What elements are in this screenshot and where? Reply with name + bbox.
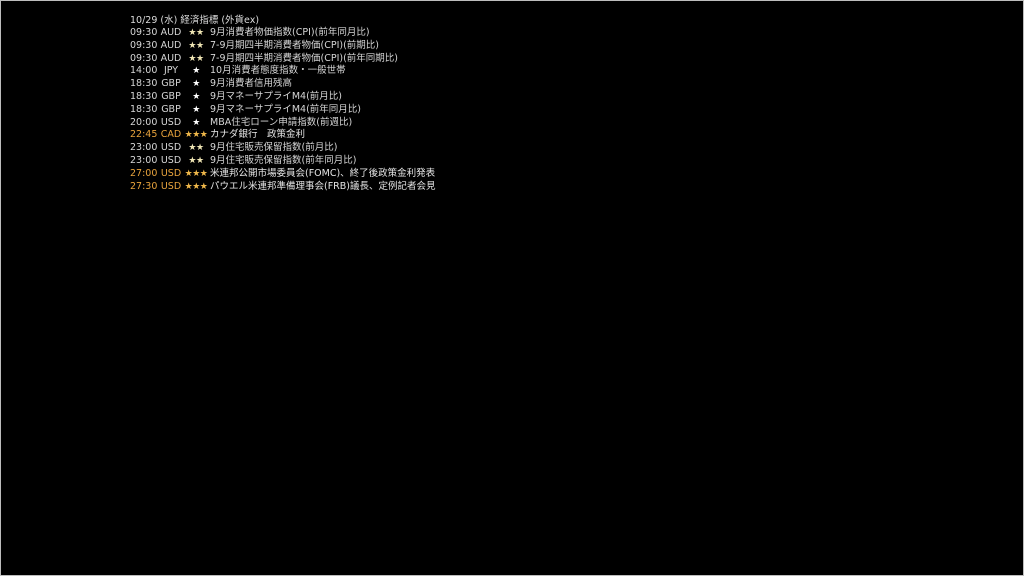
event-name: 米連邦公開市場委員会(FOMC)、終了後政策金利発表	[210, 167, 436, 179]
event-row: 09:30 AUD ★★ 7-9月期四半期消費者物価(CPI)(前期比)	[130, 40, 470, 53]
economic-calendar-panel: 10/29 (水) 経済指標 (外貨ex) 09:30 AUD ★★ 9月消費者物価指…	[130, 14, 470, 193]
event-row: 09:30 AUD ★★ 9月消費者物価指数(CPI)(前年同月比)	[130, 27, 470, 40]
event-name: MBA住宅ローン申請指数(前週比)	[210, 116, 353, 128]
importance-stars-icon: ★	[192, 66, 200, 77]
event-row: 18:30 GBP ★ 9月マネーサプライM4(前年同月比)	[130, 104, 470, 117]
event-row: 23:00 USD ★★ 9月住宅販売保留指数(前年同月比)	[130, 155, 470, 168]
event-time: 09:30	[130, 27, 158, 38]
event-time: 20:00	[130, 116, 158, 128]
event-name: 10月消費者態度指数・一般世帯	[210, 65, 346, 77]
event-time: 18:30	[130, 103, 158, 115]
event-name: 9月消費者信用残高	[210, 78, 293, 90]
event-name: 9月住宅販売保留指数(前年同月比)	[210, 154, 357, 166]
event-currency: GBP	[161, 103, 181, 115]
event-row: 18:30 GBP ★ 9月消費者信用残高	[130, 78, 470, 91]
event-currency: GBP	[161, 78, 181, 90]
event-name: 9月住宅販売保留指数(前月比)	[210, 142, 338, 154]
event-currency: USD	[160, 142, 182, 154]
event-time: 27:30	[130, 180, 158, 192]
event-time: 18:30	[130, 90, 158, 102]
event-row: 18:30 GBP ★ 9月マネーサプライM4(前月比)	[130, 91, 470, 104]
event-time: 14:00	[130, 65, 158, 77]
event-row: 27:00 USD ★★★ 米連邦公開市場委員会(FOMC)、終了後政策金利発表	[130, 168, 470, 181]
event-currency: AUD	[160, 52, 182, 64]
calendar-title: 10/29 (水) 経済指標 (外貨ex)	[130, 15, 260, 26]
importance-stars-icon: ★★	[188, 40, 204, 51]
event-time: 18:30	[130, 78, 158, 90]
event-row: 14:00 JPY ★ 10月消費者態度指数・一般世帯	[130, 65, 470, 78]
event-name: パウエル米連邦準備理事会(FRB)議長、定例記者会見	[210, 180, 436, 192]
event-row: 20:00 USD ★ MBA住宅ローン申請指数(前週比)	[130, 117, 470, 130]
importance-stars-icon: ★★	[188, 143, 204, 154]
event-currency: CAD	[160, 129, 182, 141]
event-time: 27:00	[130, 167, 158, 179]
event-time: 23:00	[130, 142, 158, 154]
event-row: 09:30 AUD ★★ 7-9月期四半期消費者物価(CPI)(前年同期比)	[130, 53, 470, 66]
importance-stars-icon: ★★★	[184, 181, 208, 192]
event-currency: USD	[160, 180, 182, 192]
event-row: 27:30 USD ★★★ パウエル米連邦準備理事会(FRB)議長、定例記者会見	[130, 181, 470, 194]
event-currency: AUD	[160, 27, 182, 38]
event-row: 23:00 USD ★★ 9月住宅販売保留指数(前月比)	[130, 142, 470, 155]
event-time: 09:30	[130, 39, 158, 51]
event-name: 7-9月期四半期消費者物価(CPI)(前年同期比)	[210, 52, 399, 64]
event-currency: USD	[160, 116, 182, 128]
event-name: 9月マネーサプライM4(前月比)	[210, 90, 343, 102]
event-name: カナダ銀行 政策金利	[210, 129, 306, 141]
event-currency: GBP	[161, 90, 181, 102]
screen: 10/29 (水) 経済指標 (外貨ex) 09:30 AUD ★★ 9月消費者物価指…	[0, 0, 1024, 576]
importance-stars-icon: ★★	[188, 28, 204, 38]
importance-stars-icon: ★	[192, 104, 200, 115]
event-list: 09:30 AUD ★★ 9月消費者物価指数(CPI)(前年同月比) 09:30 AUD ★…	[130, 27, 470, 193]
importance-stars-icon: ★★	[188, 53, 204, 64]
importance-stars-icon: ★	[192, 91, 200, 102]
importance-stars-icon: ★	[192, 117, 200, 128]
event-time: 23:00	[130, 154, 158, 166]
importance-stars-icon: ★★	[188, 155, 204, 166]
importance-stars-icon: ★★★	[184, 168, 208, 179]
event-name: 9月消費者物価指数(CPI)(前年同月比)	[210, 27, 370, 38]
event-currency: JPY	[163, 65, 179, 77]
event-name: 9月マネーサプライM4(前年同月比)	[210, 103, 362, 115]
event-currency: AUD	[160, 39, 182, 51]
event-currency: USD	[160, 167, 182, 179]
importance-stars-icon: ★	[192, 79, 200, 90]
event-time: 22:45	[130, 129, 158, 141]
event-time: 09:30	[130, 52, 158, 64]
importance-stars-icon: ★★★	[184, 130, 208, 141]
event-currency: USD	[160, 154, 182, 166]
event-name: 7-9月期四半期消費者物価(CPI)(前期比)	[210, 39, 380, 51]
event-row: 22:45 CAD ★★★ カナダ銀行 政策金利	[130, 129, 470, 142]
